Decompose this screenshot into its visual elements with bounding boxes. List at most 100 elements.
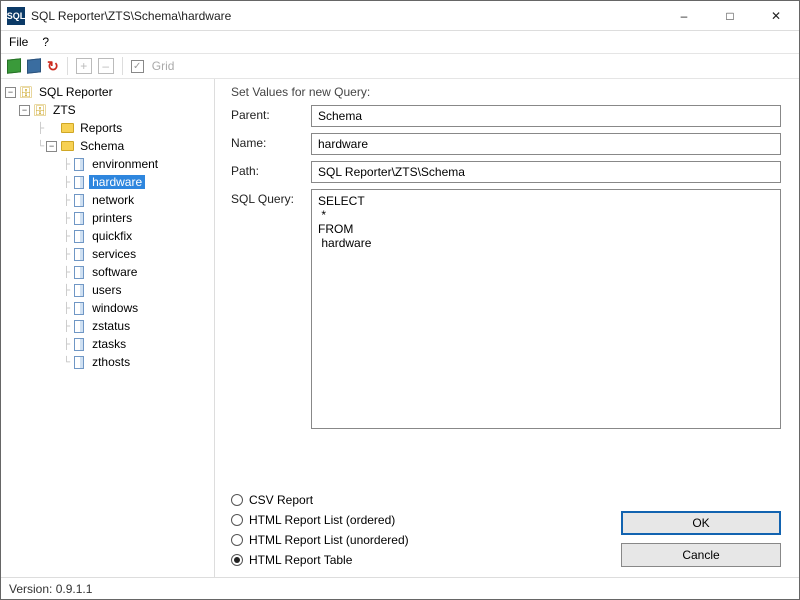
- tree-connector: ├: [63, 159, 69, 170]
- page-icon: [74, 338, 84, 351]
- page-icon: [74, 158, 84, 171]
- page-icon: [74, 320, 84, 333]
- page-icon: [74, 176, 84, 189]
- tree-folder-label: Reports: [77, 121, 125, 135]
- tree-folder-reports[interactable]: ├ Reports: [5, 119, 214, 137]
- version-label: Version: 0.9.1.1: [9, 582, 92, 596]
- tree-item-label: users: [89, 283, 124, 297]
- menu-help[interactable]: ?: [42, 35, 49, 49]
- refresh-icon[interactable]: ↻: [47, 58, 59, 75]
- grid-checkbox[interactable]: ✓: [131, 60, 144, 73]
- tree-item-hardware[interactable]: ├ hardware: [5, 173, 214, 191]
- tree-item-label: printers: [89, 211, 135, 225]
- tree-connector: ├: [63, 321, 69, 332]
- radio-icon[interactable]: [231, 494, 243, 506]
- radio-row[interactable]: HTML Report List (ordered): [231, 513, 409, 527]
- titlebar: SQL SQL Reporter\ZTS\Schema\hardware – □…: [1, 1, 799, 31]
- toolbar-separator: [122, 57, 123, 75]
- window-title: SQL Reporter\ZTS\Schema\hardware: [31, 9, 661, 23]
- tree-item-windows[interactable]: ├ windows: [5, 299, 214, 317]
- page-icon: [74, 212, 84, 225]
- cancel-button[interactable]: Cancle: [621, 543, 781, 567]
- input-path[interactable]: [311, 161, 781, 183]
- tree-folder-label: Schema: [77, 139, 127, 153]
- tree-item-software[interactable]: ├ software: [5, 263, 214, 281]
- folder-icon: [61, 123, 74, 133]
- tree: − 🗄 SQL Reporter − 🗄 ZTS ├ Reports └: [5, 83, 214, 371]
- ok-button[interactable]: OK: [621, 511, 781, 535]
- close-button[interactable]: ✕: [753, 1, 799, 31]
- button-group: OK Cancle: [621, 511, 781, 567]
- remove-icon[interactable]: –: [98, 58, 114, 74]
- tree-connector: ├: [63, 249, 69, 260]
- radio-row[interactable]: HTML Report Table: [231, 553, 409, 567]
- tree-item-label: services: [89, 247, 139, 261]
- tree-item-label: windows: [89, 301, 141, 315]
- menu-file[interactable]: File: [9, 35, 28, 49]
- label-name: Name:: [231, 133, 311, 150]
- bottom-bar: CSV Report HTML Report List (ordered) HTML…: [231, 493, 781, 567]
- tree-db[interactable]: − 🗄 ZTS: [5, 101, 214, 119]
- radio-icon[interactable]: [231, 514, 243, 526]
- radio-row[interactable]: HTML Report List (unordered): [231, 533, 409, 547]
- maximize-button[interactable]: □: [707, 1, 753, 31]
- row-parent: Parent:: [231, 105, 781, 127]
- tree-db-label: ZTS: [50, 103, 79, 117]
- tree-item-ztasks[interactable]: ├ztasks: [5, 335, 214, 353]
- radio-label: HTML Report Table: [249, 553, 352, 567]
- label-parent: Parent:: [231, 105, 311, 122]
- tree-connector: ├: [63, 267, 69, 278]
- folder-icon: [61, 141, 74, 151]
- new-cube-icon[interactable]: [7, 58, 21, 73]
- input-parent[interactable]: [311, 105, 781, 127]
- radio-label: HTML Report List (unordered): [249, 533, 409, 547]
- tree-connector: ├: [37, 123, 43, 134]
- output-radios: CSV Report HTML Report List (ordered) HTML…: [231, 493, 409, 567]
- radio-label: HTML Report List (ordered): [249, 513, 395, 527]
- body: − 🗄 SQL Reporter − 🗄 ZTS ├ Reports └: [1, 79, 799, 577]
- label-path: Path:: [231, 161, 311, 178]
- row-sql: SQL Query: SELECT * FROM hardware: [231, 189, 781, 432]
- row-path: Path:: [231, 161, 781, 183]
- app-icon: SQL: [7, 7, 25, 25]
- tree-connector: ├: [63, 177, 69, 188]
- tree-item-zthosts[interactable]: └ zthosts: [5, 353, 214, 371]
- toolbar: ↻ + – ✓ Grid: [1, 53, 799, 79]
- database-icon: 🗄: [19, 85, 33, 99]
- tree-pane: − 🗄 SQL Reporter − 🗄 ZTS ├ Reports └: [1, 79, 215, 577]
- tree-item-network[interactable]: ├network: [5, 191, 214, 209]
- collapse-icon[interactable]: −: [19, 105, 30, 116]
- toolbar-separator: [67, 57, 68, 75]
- radio-icon[interactable]: [231, 534, 243, 546]
- open-cube-icon[interactable]: [27, 58, 41, 73]
- tree-item-printers[interactable]: ├printers: [5, 209, 214, 227]
- tree-connector: ├: [63, 303, 69, 314]
- row-name: Name:: [231, 133, 781, 155]
- tree-root[interactable]: − 🗄 SQL Reporter: [5, 83, 214, 101]
- tree-item-label: zthosts: [89, 355, 133, 369]
- tree-connector: ├: [63, 285, 69, 296]
- tree-item-services[interactable]: ├ services: [5, 245, 214, 263]
- minimize-button[interactable]: –: [661, 1, 707, 31]
- input-sql[interactable]: SELECT * FROM hardware: [311, 189, 781, 429]
- add-icon[interactable]: +: [76, 58, 92, 74]
- page-icon: [74, 266, 84, 279]
- tree-item-zstatus[interactable]: ├zstatus: [5, 317, 214, 335]
- tree-item-users[interactable]: ├ users: [5, 281, 214, 299]
- tree-item-quickfix[interactable]: ├quickfix: [5, 227, 214, 245]
- tree-item-environment[interactable]: ├environment: [5, 155, 214, 173]
- input-name[interactable]: [311, 133, 781, 155]
- tree-item-label: software: [89, 265, 140, 279]
- radio-icon[interactable]: [231, 554, 243, 566]
- collapse-icon[interactable]: −: [5, 87, 16, 98]
- page-icon: [74, 284, 84, 297]
- tree-root-label: SQL Reporter: [36, 85, 116, 99]
- page-icon: [74, 194, 84, 207]
- label-sql: SQL Query:: [231, 189, 311, 206]
- tree-item-label: hardware: [89, 175, 145, 189]
- menubar: File ?: [1, 31, 799, 53]
- collapse-icon[interactable]: −: [46, 141, 57, 152]
- tree-connector: └: [63, 357, 69, 368]
- tree-folder-schema[interactable]: └ − Schema: [5, 137, 214, 155]
- radio-row[interactable]: CSV Report: [231, 493, 409, 507]
